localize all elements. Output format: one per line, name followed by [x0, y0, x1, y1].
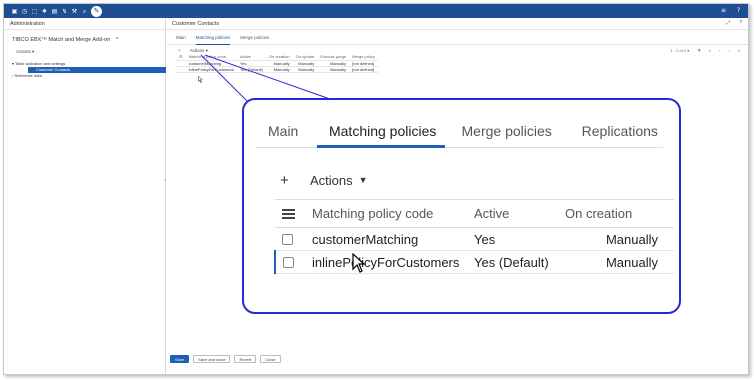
tree-item-reference-data[interactable]: › Reference data [12, 73, 165, 79]
column-header[interactable]: Merge policy [349, 54, 378, 61]
pencil-icon[interactable]: ✎ [91, 5, 102, 17]
table-row[interactable]: inlinePolicyForCustomers Yes (Default) M… [176, 66, 378, 73]
navigation-pane: Administration TIBCO EBX™ Match and Merg… [4, 18, 166, 374]
mouse-cursor-small-icon [198, 76, 203, 83]
pane-splitter-handle[interactable]: ‹ [164, 178, 166, 184]
cube-icon[interactable]: ❖ [41, 8, 48, 15]
tab-main[interactable]: Main [256, 112, 317, 148]
column-header-code[interactable]: Matching policy code [312, 199, 474, 228]
last-page-icon[interactable]: » [738, 48, 740, 53]
column-header[interactable]: On creation [265, 54, 293, 61]
help-icon[interactable]: ? [739, 20, 742, 26]
cell-active: Yes [474, 227, 565, 251]
add-record-button[interactable]: + [256, 172, 310, 189]
table-toolbar: + Actions ▾ 1 - 2 of 2 ▾ ⧩ « ‹ › » [167, 45, 748, 54]
cell-execute-purge: Manually [317, 66, 350, 73]
data-check-icon[interactable]: ↯ [61, 8, 68, 15]
policies-table: ☰ Matching policy code Active On creatio… [176, 54, 378, 73]
actions-menu[interactable]: Actions ▾ [4, 43, 165, 55]
cell-on-creation: Manually [565, 250, 674, 274]
search-icon[interactable]: ⌕ [81, 8, 88, 15]
next-page-icon[interactable]: › [728, 48, 729, 53]
zoom-table-toolbar: + Actions ▼ [256, 170, 368, 190]
dataset-title: TIBCO EBX™ Match and Merge Add-on * [4, 30, 165, 43]
cell-active: Yes (Default) [236, 66, 266, 73]
zoomed-callout-panel: Main Matching policies Merge policies Re… [242, 98, 681, 314]
help-icon[interactable]: ? [735, 7, 742, 14]
filter-icon[interactable]: ⧩ [697, 48, 701, 53]
expand-icon[interactable]: ⤢ [726, 20, 730, 26]
navigation-tree: ▾ Table activation and settings Customer… [4, 55, 166, 79]
tab-main[interactable]: Main [176, 35, 186, 44]
row-checkbox-cell [274, 250, 312, 274]
actions-menu-button[interactable]: Actions ▼ [310, 173, 368, 188]
dataset-title-text: TIBCO EBX™ Match and Merge Add-on [12, 37, 111, 43]
content-title: Customer Contacts [172, 21, 220, 27]
row-checkbox-cell [275, 227, 312, 251]
save-and-close-button[interactable]: Save and close [193, 355, 231, 363]
column-header-active[interactable]: Active [474, 199, 565, 228]
column-menu-button[interactable] [275, 199, 312, 228]
table-row[interactable]: inlinePolicyForCustomers Yes (Default) M… [274, 250, 674, 274]
revert-button[interactable]: Revert [234, 355, 257, 363]
tab-matching-policies[interactable]: Matching policies [316, 112, 445, 148]
top-navigation-bar: ▣ ◷ ⬚ ❖ ▤ ↯ ⚒ ⌕ ✎ ≡ ? [4, 4, 748, 18]
cell-code: inlinePolicyForCustomers [312, 250, 474, 274]
cell-code: customerMatching [312, 227, 474, 251]
column-header[interactable]: On update [292, 54, 318, 61]
cell-on-creation: Manually [565, 227, 674, 251]
caret-down-icon: ▼ [358, 175, 368, 185]
first-page-icon[interactable]: « [709, 48, 711, 53]
mouse-cursor-icon [352, 253, 366, 273]
tab-replications[interactable]: Replications [570, 112, 663, 148]
close-button[interactable]: Close [260, 355, 281, 363]
tab-merge-policies[interactable]: Merge policies [445, 112, 570, 148]
table-header-row: Matching policy code Active On creation [275, 199, 674, 228]
zoom-record-tabs: Main Matching policies Merge policies Re… [256, 112, 663, 148]
actions-menu-button[interactable]: Actions ▾ [190, 48, 208, 54]
content-header: Customer Contacts ⤢ ? [167, 18, 748, 30]
content-header-icons: ⤢ ? [726, 20, 742, 26]
column-header[interactable]: Execute purge [317, 54, 350, 61]
pager: 1 - 2 of 2 ▾ ⧩ « ‹ › » [670, 48, 740, 53]
record-tabs: Main Matching policies Merge policies [167, 30, 748, 45]
add-record-button[interactable]: + [178, 48, 181, 54]
table-row[interactable]: customerMatching Yes Manually [275, 227, 674, 251]
document-icon[interactable]: ⬚ [31, 8, 38, 15]
dataset-title-marker: * [116, 37, 119, 43]
database-icon[interactable]: ▤ [51, 8, 58, 15]
grid-icon[interactable]: ▣ [11, 8, 18, 15]
pane-header: Administration [4, 18, 165, 30]
actions-label: Actions [310, 172, 353, 188]
pager-range[interactable]: 1 - 2 of 2 ▾ [670, 48, 689, 53]
save-button[interactable]: Save [170, 355, 190, 363]
form-buttons: Save Save and close Revert Close [170, 355, 281, 363]
wrench-icon[interactable]: ⚒ [71, 8, 78, 15]
cell-code: inlinePolicyForCustomers [185, 66, 237, 73]
row-checkbox[interactable] [176, 66, 186, 73]
tab-matching-policies[interactable]: Matching policies [195, 35, 231, 45]
zoom-policies-table: Matching policy code Active On creation … [274, 199, 674, 274]
topbar-right-icons: ≡ ? [720, 7, 742, 14]
previous-page-icon[interactable]: ‹ [719, 48, 720, 53]
row-checkbox[interactable] [283, 256, 294, 268]
cell-merge-policy: [not defined] [349, 60, 378, 67]
cell-on-creation: Manually [265, 66, 293, 73]
hamburger-icon [282, 208, 295, 219]
column-header-on-creation[interactable]: On creation [565, 199, 674, 228]
cell-merge-policy: [not defined] [349, 66, 378, 73]
zoom-content: Main Matching policies Merge policies Re… [256, 112, 674, 312]
user-menu-icon[interactable]: ≡ [720, 7, 727, 14]
cell-active: Yes (Default) [474, 250, 565, 274]
cell-on-update: Manually [292, 66, 318, 73]
tab-merge-policies[interactable]: Merge policies [240, 35, 269, 44]
clock-icon[interactable]: ◷ [21, 8, 28, 15]
row-checkbox[interactable] [282, 233, 293, 245]
